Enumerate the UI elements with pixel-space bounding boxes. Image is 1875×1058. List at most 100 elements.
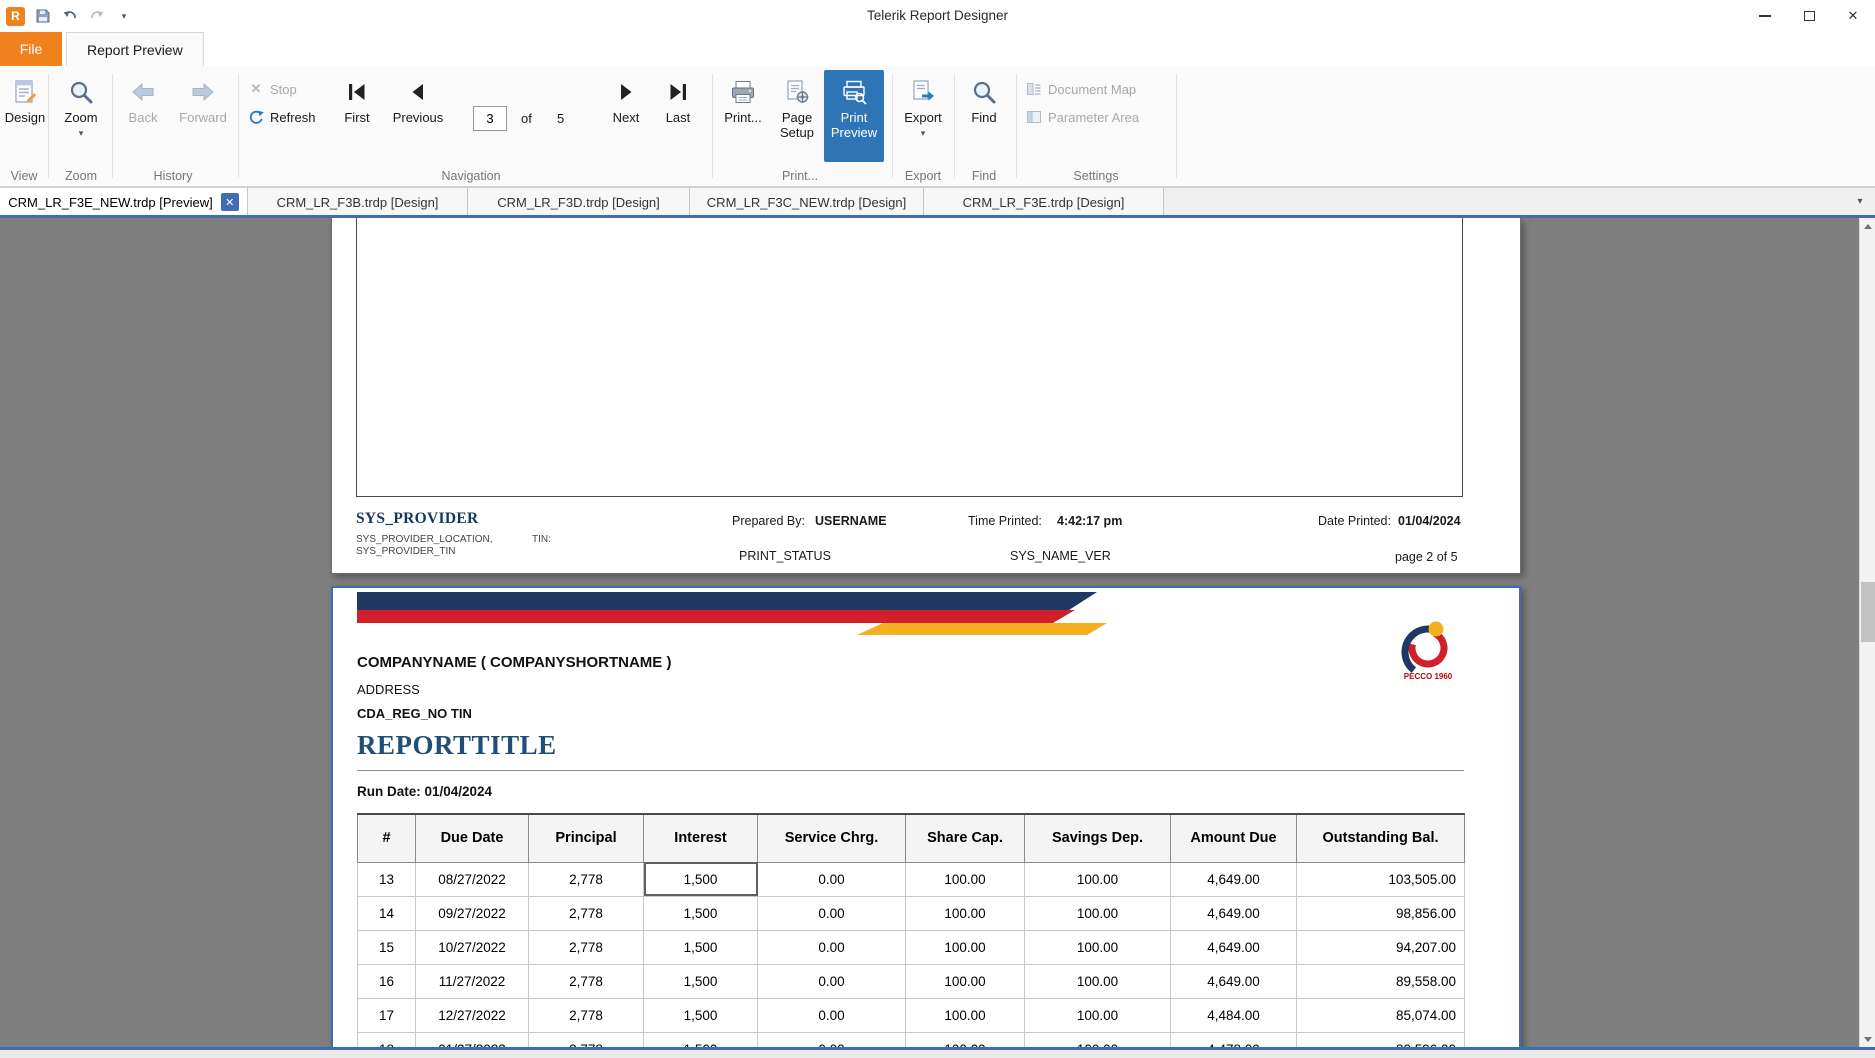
cda-reg-no: CDA_REG_NO TIN <box>357 706 472 721</box>
group-label-print: Print... <box>782 169 818 183</box>
vertical-scrollbar[interactable] <box>1859 218 1875 1047</box>
header-stripes <box>357 592 1467 638</box>
previous-page-label: Previous <box>393 111 444 126</box>
document-map-label: Document Map <box>1048 82 1136 97</box>
tab-report-preview[interactable]: Report Preview <box>66 32 204 66</box>
tab-list-dropdown-icon[interactable]: ▾ <box>1845 188 1875 215</box>
close-button[interactable]: ✕ <box>1831 0 1875 32</box>
forward-button-label: Forward <box>179 111 227 126</box>
app-icon[interactable]: R <box>6 7 25 26</box>
window-controls: ✕ <box>1743 0 1875 32</box>
print-preview-button[interactable]: Print Preview <box>824 70 884 162</box>
scroll-down-icon[interactable] <box>1860 1031 1875 1047</box>
find-button[interactable]: Find <box>960 70 1008 162</box>
minimize-button[interactable] <box>1743 0 1787 32</box>
pecco-logo: PECCO 1960 <box>1391 614 1465 688</box>
last-page-button[interactable]: Last <box>656 70 700 162</box>
tin-label: TIN: <box>532 534 551 545</box>
design-icon <box>9 76 41 108</box>
zoom-button-label: Zoom <box>64 111 97 126</box>
print-preview-label: Print Preview <box>824 111 884 141</box>
col-header: # <box>358 814 416 862</box>
group-divider <box>112 74 113 178</box>
save-icon[interactable] <box>34 7 52 25</box>
page-number-input[interactable] <box>473 106 507 131</box>
forward-button[interactable]: Forward <box>176 70 230 162</box>
col-header: Savings Dep. <box>1025 814 1171 862</box>
back-button[interactable]: Back <box>121 70 165 162</box>
next-page-label: Next <box>613 111 640 126</box>
doc-tab-crm-lr-f3c-new[interactable]: CRM_LR_F3C_NEW.trdp [Design] <box>690 188 924 216</box>
page-total-label: 5 <box>557 111 564 126</box>
logo-text: PECCO 1960 <box>1404 672 1453 681</box>
previous-page-button[interactable]: Previous <box>387 70 449 162</box>
stop-button[interactable]: ✕ Stop <box>248 78 297 100</box>
doc-tab-crm-lr-f3e[interactable]: CRM_LR_F3E.trdp [Design] <box>924 188 1164 216</box>
maximize-button[interactable] <box>1787 0 1831 32</box>
titlebar: R ▾ Telerik Report Designer ✕ <box>0 0 1875 32</box>
doc-tab-label: CRM_LR_F3B.trdp [Design] <box>277 195 439 210</box>
export-button[interactable]: Export ▾ <box>897 70 949 162</box>
print-icon <box>727 76 759 108</box>
export-dropdown-icon: ▾ <box>921 128 926 139</box>
refresh-button[interactable]: Refresh <box>248 106 316 128</box>
parameter-area-label: Parameter Area <box>1048 110 1139 125</box>
page-footer-label: page 2 of 5 <box>1395 550 1458 564</box>
design-button-label: Design <box>5 111 45 126</box>
ribbon: Design Zoom ▾ Back Forward ✕ Stop Refres… <box>0 66 1875 187</box>
parameter-area-button[interactable]: Parameter Area <box>1026 106 1139 128</box>
stripe-navy <box>357 592 1097 610</box>
redo-icon[interactable] <box>88 7 106 25</box>
group-divider <box>1176 74 1177 178</box>
stripe-yellow <box>857 623 1107 635</box>
table-row: 1308/27/20222,7781,5000.00100.00100.004,… <box>358 862 1465 896</box>
doc-tab-crm-lr-f3e-new-preview[interactable]: CRM_LR_F3E_NEW.trdp [Preview] ✕ <box>0 188 248 216</box>
next-page-button[interactable]: Next <box>604 70 648 162</box>
page-setup-label: Page Setup <box>771 111 823 141</box>
zoom-button[interactable]: Zoom ▾ <box>53 70 109 162</box>
time-printed-label: Time Printed: <box>968 514 1042 528</box>
col-header: Outstanding Bal. <box>1297 814 1465 862</box>
document-map-button[interactable]: Document Map <box>1026 78 1136 100</box>
group-divider <box>48 74 49 178</box>
last-page-label: Last <box>666 111 691 126</box>
status-strip <box>0 1050 1875 1058</box>
refresh-button-label: Refresh <box>270 110 316 125</box>
doc-tab-label: CRM_LR_F3E_NEW.trdp [Preview] <box>8 195 212 210</box>
document-tab-bar: CRM_LR_F3E_NEW.trdp [Preview] ✕ CRM_LR_F… <box>0 187 1875 215</box>
report-page-3: PECCO 1960 COMPANYNAME ( COMPANYSHORTNAM… <box>331 586 1521 1047</box>
table-row: 1712/27/20222,7781,5000.00100.00100.004,… <box>358 998 1465 1032</box>
design-button[interactable]: Design <box>2 70 48 162</box>
print-button[interactable]: Print... <box>715 70 771 162</box>
forward-icon <box>187 76 219 108</box>
col-header: Interest <box>644 814 758 862</box>
quick-access-dropdown-icon[interactable]: ▾ <box>115 7 133 25</box>
col-header: Principal <box>529 814 644 862</box>
close-tab-icon[interactable]: ✕ <box>221 193 239 211</box>
scroll-up-icon[interactable] <box>1860 218 1875 234</box>
doc-tab-crm-lr-f3d[interactable]: CRM_LR_F3D.trdp [Design] <box>468 188 690 216</box>
minimize-icon <box>1759 15 1771 17</box>
title-divider <box>357 770 1464 771</box>
undo-icon[interactable] <box>61 7 79 25</box>
print-status: PRINT_STATUS <box>739 549 831 563</box>
file-tab[interactable]: File <box>0 32 62 66</box>
run-date: Run Date: 01/04/2024 <box>357 784 492 799</box>
prepared-by-label: Prepared By: <box>732 514 805 528</box>
pane-border-bottom <box>0 1047 1875 1050</box>
first-page-button[interactable]: First <box>335 70 379 162</box>
page-setup-icon <box>781 76 813 108</box>
scrollbar-thumb[interactable] <box>1861 582 1875 642</box>
group-label-history: History <box>154 169 193 183</box>
stripe-red <box>357 610 1075 623</box>
page-of-label: of <box>521 111 532 126</box>
doc-tab-crm-lr-f3b[interactable]: CRM_LR_F3B.trdp [Design] <box>248 188 468 216</box>
group-label-export: Export <box>905 169 941 183</box>
table-row: 1801/27/20232,7781,5000.00100.00100.004,… <box>358 1032 1465 1047</box>
provider-name: SYS_PROVIDER <box>356 510 478 528</box>
page-setup-button[interactable]: Page Setup <box>771 70 823 162</box>
col-header: Amount Due <box>1171 814 1297 862</box>
stop-icon: ✕ <box>248 81 264 97</box>
back-button-label: Back <box>129 111 158 126</box>
stop-button-label: Stop <box>270 82 297 97</box>
